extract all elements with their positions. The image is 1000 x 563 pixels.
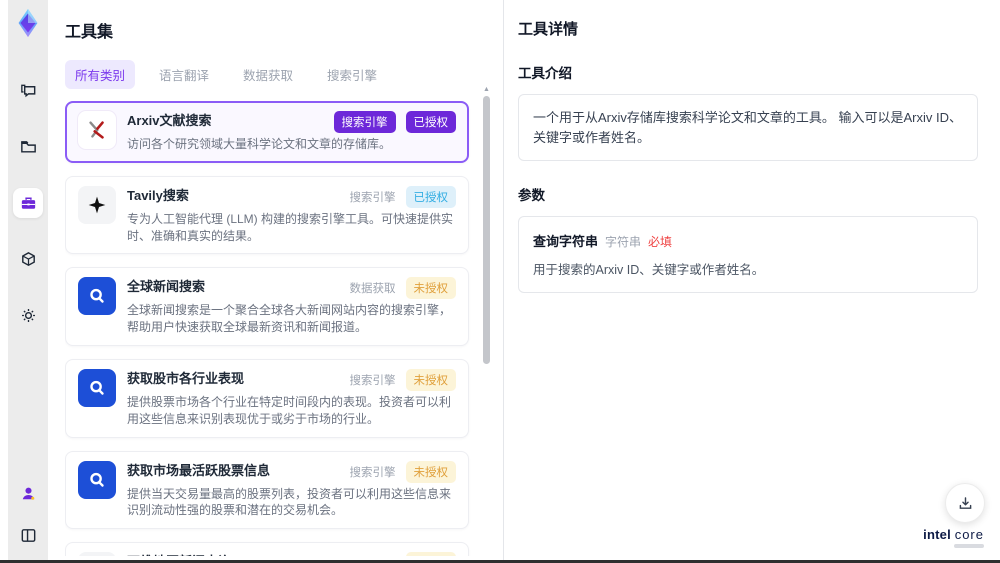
tab-search-engine[interactable]: 搜索引擎	[317, 60, 387, 89]
tool-card-arxiv[interactable]: Arxiv文献搜索 搜索引擎 已授权 访问各个研究领域大量科学论文和文章的存储库…	[65, 101, 469, 163]
tool-card-sector-performance[interactable]: 获取股市各行业表现 搜索引擎 未授权 提供股票市场各个行业在特定时间段内的表现。…	[65, 358, 469, 438]
intro-box: 一个用于从Arxiv存储库搜索科学论文和文章的工具。 输入可以是Arxiv ID…	[518, 94, 978, 161]
tool-description: 提供当天交易量最高的股票列表，投资者可以利用这些信息来识别流动性强的股票和潜在的…	[127, 486, 452, 518]
tool-card-regional-news[interactable]: 万维地区新闻查询 搜索引擎 未授权 查询具体行政区划内的新闻，快速了解各地新闻动	[65, 542, 469, 556]
tool-details-panel: 工具详情 工具介绍 一个用于从Arxiv存储库搜索科学论文和文章的工具。 输入可…	[504, 0, 1000, 560]
category-tabs: 所有类别 语言翻译 数据获取 搜索引擎	[65, 60, 503, 89]
brand-word-intel: intel	[923, 527, 951, 542]
details-title: 工具详情	[518, 21, 579, 38]
tab-data-fetch[interactable]: 数据获取	[233, 60, 303, 89]
category-label: 数据获取	[349, 283, 396, 296]
param-name: 查询字符串	[533, 234, 599, 249]
tool-description: 全球新闻搜索是一个聚合全球各大新闻网站内容的搜索引擎，帮助用户快速获取全球最新资…	[127, 303, 452, 335]
app-logo-icon[interactable]	[11, 6, 45, 40]
sidebar-item-chat[interactable]	[13, 76, 43, 106]
arxiv-x-icon	[78, 111, 116, 149]
scrollbar-up-arrow[interactable]: ▲	[483, 86, 490, 93]
tool-name: Tavily搜索	[127, 187, 189, 203]
auth-badge: 未授权	[405, 277, 456, 300]
gear-icon	[21, 308, 35, 322]
brand-word-core: core	[954, 527, 984, 542]
params-heading: 参数	[518, 188, 545, 203]
sidebar-item-files[interactable]	[13, 132, 43, 162]
magnifier-q-icon	[78, 460, 116, 499]
sidebar-item-settings[interactable]	[13, 300, 43, 330]
tavily-star-icon	[78, 185, 116, 224]
cube-icon	[21, 251, 35, 266]
download-button[interactable]	[945, 483, 985, 523]
category-badge: 搜索引擎	[333, 111, 396, 133]
param-description: 用于搜索的Arxiv ID、关键字或作者姓名。	[533, 263, 765, 277]
folder-icon	[20, 140, 36, 152]
window-left-edge	[0, 0, 8, 560]
list-scrollbar[interactable]: ▲	[483, 86, 490, 556]
tool-name: Arxiv文献搜索	[127, 113, 212, 128]
tool-list: Arxiv文献搜索 搜索引擎 已授权 访问各个研究领域大量科学论文和文章的存储库…	[65, 101, 503, 556]
brand-sub-mark	[954, 544, 984, 548]
tab-all-categories[interactable]: 所有类别	[65, 60, 136, 89]
tool-list-panel: 工具集 所有类别 语言翻译 数据获取 搜索引擎 Arxiv文献搜索 搜索引擎 已…	[48, 0, 504, 560]
app-window: 工具集 所有类别 语言翻译 数据获取 搜索引擎 Arxiv文献搜索 搜索引擎 已…	[0, 0, 1000, 560]
auth-badge: 未授权	[405, 460, 456, 483]
param-type: 字符串	[605, 235, 642, 249]
magnifier-q-icon	[78, 277, 116, 316]
tool-name: 万维地区新闻查询	[127, 552, 342, 556]
sidebar-item-toolbox[interactable]	[13, 188, 43, 218]
intel-core-logo: intel core	[923, 527, 984, 548]
download-icon	[959, 496, 971, 509]
auth-badge: 未授权	[405, 368, 456, 391]
auth-badge: 未授权	[405, 552, 456, 556]
param-required-badge: 必填	[648, 235, 673, 249]
category-label: 搜索引擎	[350, 555, 396, 556]
page-title: 工具集	[65, 24, 114, 41]
tool-description: 提供股票市场各个行业在特定时间段内的表现。投资者可以利用这些信息来识别表现优于或…	[127, 394, 452, 426]
tool-name: 全球新闻搜索	[127, 279, 206, 295]
user-icon	[22, 487, 34, 500]
tab-translation[interactable]: 语言翻译	[149, 60, 219, 89]
newspaper-icon	[78, 552, 116, 556]
sidebar-item-models[interactable]	[13, 244, 43, 274]
category-label: 搜索引擎	[349, 191, 396, 204]
sidebar-item-user[interactable]	[13, 478, 43, 508]
auth-badge: 已授权	[405, 111, 456, 133]
tool-card-active-stocks[interactable]: 获取市场最活跃股票信息 搜索引擎 未授权 提供当天交易量最高的股票列表，投资者可…	[65, 450, 469, 530]
param-card: 查询字符串 字符串 必填 用于搜索的Arxiv ID、关键字或作者姓名。	[518, 216, 978, 293]
briefcase-icon	[21, 197, 35, 209]
sidebar-item-panels[interactable]	[13, 520, 43, 550]
sidebar	[8, 0, 48, 560]
intro-heading: 工具介绍	[518, 66, 572, 81]
category-label: 搜索引擎	[349, 466, 396, 479]
tool-name: 获取市场最活跃股票信息	[127, 462, 271, 478]
tool-card-global-news[interactable]: 全球新闻搜索 数据获取 未授权 全球新闻搜索是一个聚合全球各大新闻网站内容的搜索…	[65, 267, 469, 346]
tool-description: 访问各个研究领域大量科学论文和文章的存储库。	[127, 137, 392, 151]
auth-badge: 已授权	[405, 185, 456, 208]
category-label: 搜索引擎	[349, 374, 396, 387]
split-panel-icon	[21, 528, 35, 542]
magnifier-q-icon	[78, 368, 116, 407]
tool-card-tavily[interactable]: Tavily搜索 搜索引擎 已授权 专为人工智能代理 (LLM) 构建的搜索引擎…	[65, 175, 469, 255]
chat-icon	[20, 84, 35, 97]
tool-name: 获取股市各行业表现	[127, 370, 245, 386]
scrollbar-thumb[interactable]	[483, 96, 490, 364]
tool-description: 专为人工智能代理 (LLM) 构建的搜索引擎工具。可快速提供实时、准确和真实的结…	[127, 211, 454, 243]
